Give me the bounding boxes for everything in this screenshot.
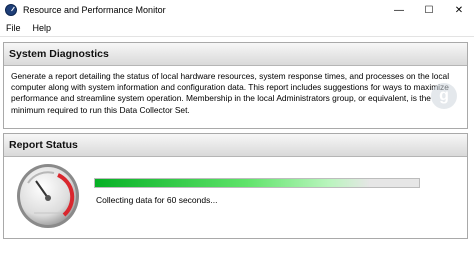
title-bar[interactable]: Resource and Performance Monitor — ☐ ✕ — [0, 0, 474, 20]
site-logo: g — [431, 83, 457, 109]
window-controls: — ☐ ✕ — [384, 0, 474, 20]
report-status-panel: Report Status Collecting data for 60 sec… — [3, 133, 468, 239]
report-status-header[interactable]: Report Status — [4, 134, 467, 157]
menu-bar: File Help — [0, 20, 474, 37]
performance-monitor-icon — [5, 4, 17, 16]
menu-file[interactable]: File — [0, 23, 27, 33]
maximize-button[interactable]: ☐ — [414, 0, 444, 20]
content-area: System Diagnostics Generate a report det… — [0, 37, 474, 258]
window-title: Resource and Performance Monitor — [23, 5, 166, 15]
report-status-body: Collecting data for 60 seconds... — [4, 157, 467, 239]
menu-help[interactable]: Help — [27, 23, 58, 33]
speedometer-gauge-icon — [17, 164, 79, 228]
minimize-button[interactable]: — — [384, 0, 414, 20]
app-window: Resource and Performance Monitor — ☐ ✕ F… — [0, 0, 474, 258]
system-diagnostics-panel: System Diagnostics Generate a report det… — [3, 42, 468, 129]
progress-fill — [95, 179, 371, 187]
report-progress-bar — [94, 178, 420, 188]
status-message: Collecting data for 60 seconds... — [96, 195, 218, 205]
close-button[interactable]: ✕ — [444, 0, 474, 20]
diagnostics-description: Generate a report detailing the status o… — [11, 71, 450, 115]
system-diagnostics-header[interactable]: System Diagnostics — [4, 43, 467, 66]
